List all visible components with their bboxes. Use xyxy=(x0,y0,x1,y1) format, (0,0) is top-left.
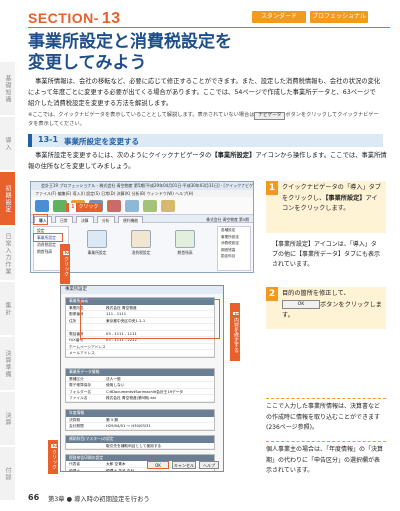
opening-balance-icon[interactable] xyxy=(175,230,195,248)
navigator-tabs: 導入 日常 決算 分析 便利機能 株式会社 青空物産 第5期 xyxy=(31,215,253,223)
intro-paragraph: 事業所情報は、会社の移転など、必要に応じて修正することができます。また、設定した… xyxy=(28,78,381,107)
toolbar-icon xyxy=(143,200,157,212)
tab-nichijo[interactable]: 日常 xyxy=(55,216,73,223)
edition-badge-professional: プロフェッショナル xyxy=(310,11,368,23)
step-2-number: 2 xyxy=(266,287,278,301)
field-value[interactable]: H29/04/01 ～ H30/03/31 xyxy=(106,423,151,430)
navigator-button: ナビゲータ xyxy=(254,112,286,120)
field-label: ファイル名 xyxy=(69,396,88,400)
edition-badge-standard: スタンダード xyxy=(252,11,306,23)
toolbar-icon xyxy=(35,200,49,212)
toolbar-icon xyxy=(53,200,67,212)
field-label: 税理士 xyxy=(69,468,81,472)
toolbar xyxy=(31,197,253,215)
step-2-panel: 2 目的の箇所を修正して、OK ボタンをクリックします。 xyxy=(266,287,386,329)
ok-inline-button: OK xyxy=(282,299,320,309)
side-tab-6: 決算 xyxy=(0,392,15,446)
tab-benri[interactable]: 便利機能 xyxy=(118,216,144,223)
tab-kessan[interactable]: 決算 xyxy=(76,216,94,223)
callout-edit: 1内容を修正する xyxy=(230,303,240,361)
field-value[interactable]: 税理士 花子 会計 xyxy=(106,468,134,472)
section-label: SECTION- 13 xyxy=(28,10,121,27)
step-1-note: 【事業所設定】アイコンは、「導入」タブの他に【事業所データ】タブにも表示されてい… xyxy=(272,241,381,268)
section-rule xyxy=(28,27,390,28)
opening-balance-label: 期首残高 xyxy=(177,250,193,255)
step-1-panel: 1 クイックナビゲータの「導入」タブをクリックし、【事業所設定】アイコンをクリッ… xyxy=(266,181,386,233)
step-2-text: 目的の箇所を修正して、OK ボタンをクリックします。 xyxy=(282,290,382,319)
office-settings-icon[interactable] xyxy=(87,230,107,248)
toolbar-icon xyxy=(107,200,121,212)
dialog-group: 年度情報 決算期第 5 期会計期間 H29/04/01 ～ H30/03/31 xyxy=(65,409,215,431)
page: { "header": { "section_label": "SECTION-… xyxy=(0,0,400,511)
dialog-group: 事業所データ情報 業種区分 法人一般 電子帳簿保存 使用しない フォルダー名 C:¥Docu… xyxy=(65,368,215,403)
info-paragraph-2: 個人事業主の場合は、「年度情報」の「決算期」の代わりに「申告区分」の選択欄が表示… xyxy=(266,446,384,474)
office-settings-label: 事業所設定 xyxy=(87,250,107,255)
field-value[interactable]: 株式会社 青空物産(第5期).kai xyxy=(106,395,156,402)
ok-button[interactable]: OK xyxy=(147,461,169,469)
cancel-button[interactable]: キャンセル xyxy=(172,461,196,469)
field-label: メールアドレス xyxy=(69,351,95,355)
section-number: 13 xyxy=(101,10,121,27)
subsection-intro: 事業所設定を変更するには、次のようにクイックナビゲータの【事業所設定】アイコンか… xyxy=(28,152,387,170)
navigator-note: ※ここでは、クイックナビゲータを表示していることとして解説します。表示されていな… xyxy=(28,112,379,127)
subsection-title: 事業所設定を変更する xyxy=(64,136,139,146)
divider xyxy=(266,398,386,399)
page-title: 事業所設定と消費税設定を 変更してみよう xyxy=(28,32,232,73)
dialog-group: 補助科目(マスター)の設定 取引先を補助科目として使用する xyxy=(65,435,215,450)
tax-settings-icon[interactable] xyxy=(131,230,151,248)
divider xyxy=(266,441,386,442)
side-tab-0: 基礎知識 xyxy=(0,62,15,116)
field-label: 会計期間 xyxy=(69,424,84,428)
tax-settings-label: 消費税設定 xyxy=(131,250,151,255)
chapter-footer: 第3章 ● 導入時の初期設定を行おう xyxy=(48,496,150,503)
window-title: 会計王19 プロフェッショナル - 株式会社 青空物産 第5期[平成29年04月… xyxy=(31,182,253,190)
page-number: 66 xyxy=(28,493,40,502)
navigator-right-list: 各種設定 事業所設定 消費税設定 期首残高 勘定科目 xyxy=(217,226,251,271)
side-tab-1: 導入 xyxy=(0,117,15,171)
side-tab-7: 付録 xyxy=(0,447,15,501)
dialog-field-row: メールアドレス xyxy=(66,350,214,357)
edit-area-highlight xyxy=(80,299,220,339)
toolbar-icon xyxy=(161,200,175,212)
side-tab-5: 決算準備 xyxy=(0,337,15,391)
callout-click-2: 2クリック xyxy=(60,244,70,284)
side-tab-4: 集計 xyxy=(0,282,15,336)
info-paragraph-1: ここで入力した事業所情報は、決算書などの作成時に情報を取り込むことができます(2… xyxy=(266,403,381,431)
dialog-field-row: 会計期間 H29/04/01 ～ H30/03/31 xyxy=(66,423,214,430)
office-settings-highlight xyxy=(33,233,63,242)
step-1-text: クイックナビゲータの「導入」タブをクリックし、【事業所設定】アイコンをクリックし… xyxy=(282,184,381,212)
help-button[interactable]: ヘルプ xyxy=(199,461,219,469)
dounyu-tab-highlight xyxy=(33,214,48,225)
side-tab-3: 日常入力作業 xyxy=(0,227,15,281)
subsection-number: 13-1 xyxy=(38,135,59,144)
callout-click-ok: 2クリック xyxy=(48,440,58,474)
toolbar-icon xyxy=(125,200,139,212)
tab-bunseki[interactable]: 分析 xyxy=(97,216,115,223)
field-value[interactable]: 取引先を補助科目として使用する xyxy=(106,443,161,450)
dialog-field-row: 取引先を補助科目として使用する xyxy=(66,443,214,450)
dialog-field-row: ファイル名 株式会社 青空物産(第5期).kai xyxy=(66,395,214,402)
callout-click-1: 1 クリック xyxy=(66,203,102,212)
dialog-title: 事業所設定 xyxy=(61,286,223,294)
menu-bar: ファイル(F) 編集(E) 導入(I) 設定(S) 日常(D) 決算(K) 分析… xyxy=(31,190,253,197)
step-1-number: 1 xyxy=(266,181,278,195)
subsection-heading: 13-1 事業所設定を変更する xyxy=(28,134,383,147)
side-tab-2: 初期設定 xyxy=(0,172,15,226)
chapter-side-tabs: 基礎知識 導入 初期設定 日常入力作業 集計 決算準備 決算 付録 xyxy=(0,62,15,502)
fiscal-label: 株式会社 青空物産 第5期 xyxy=(206,217,249,222)
